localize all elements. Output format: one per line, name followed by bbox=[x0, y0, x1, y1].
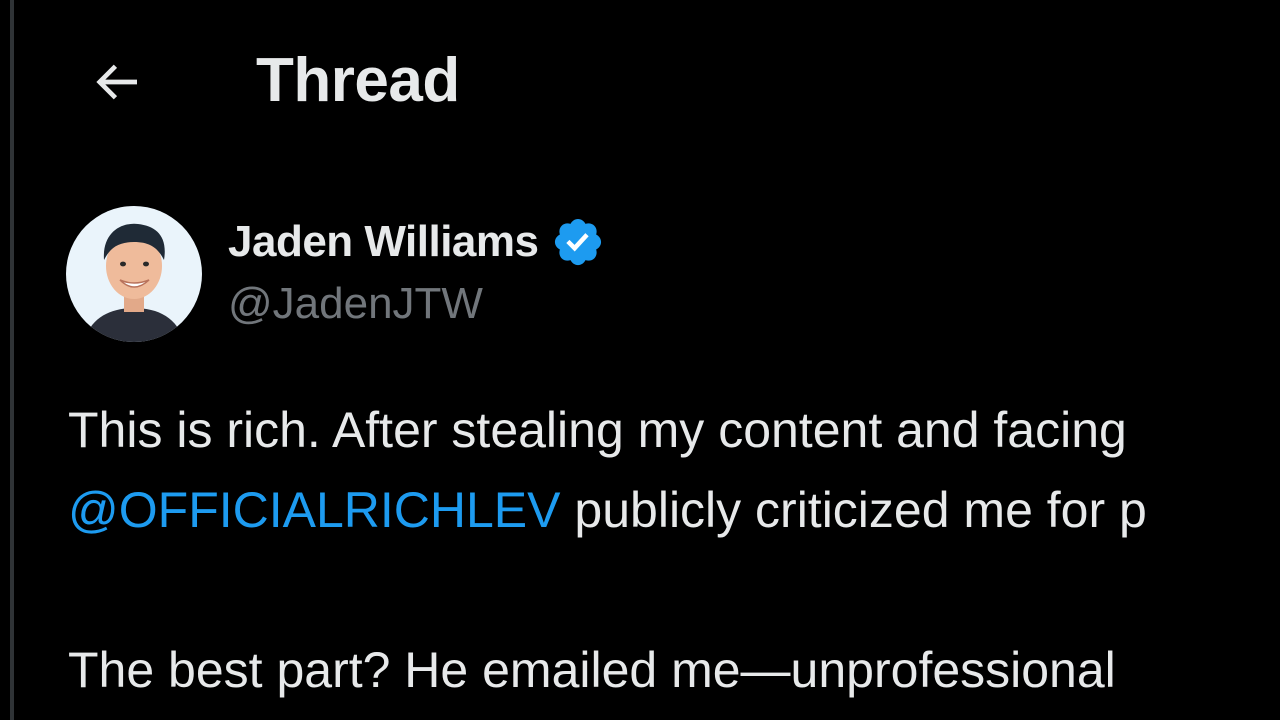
mention-link[interactable]: @OFFICIALRICHLEV bbox=[68, 482, 561, 538]
back-button[interactable] bbox=[72, 40, 160, 124]
avatar-image bbox=[66, 206, 202, 342]
thread-header: Thread bbox=[14, 0, 1280, 160]
author-name-row: Jaden Williams bbox=[228, 212, 605, 272]
tweet-text-line: The best part? He emailed me—unprofessio… bbox=[68, 642, 1116, 698]
tweet-text-fragment: publicly criticized me for p bbox=[560, 482, 1147, 538]
page-title: Thread bbox=[256, 46, 460, 115]
tweet-text-line: This is rich. After stealing my content … bbox=[68, 402, 1127, 458]
avatar[interactable] bbox=[66, 206, 202, 342]
author-handle[interactable]: @JadenJTW bbox=[228, 276, 483, 332]
paragraph-break bbox=[68, 550, 1280, 630]
tweet-text-line: @OFFICIALRICHLEV publicly criticized me … bbox=[68, 470, 1280, 550]
arrow-left-icon bbox=[96, 64, 137, 100]
author-display-name[interactable]: Jaden Williams bbox=[228, 217, 539, 267]
tweet-text: This is rich. After stealing my content … bbox=[68, 390, 1280, 710]
tweet[interactable]: Jaden Williams @JadenJTW This is rich. A… bbox=[14, 190, 1280, 720]
verified-badge-icon bbox=[551, 215, 605, 269]
